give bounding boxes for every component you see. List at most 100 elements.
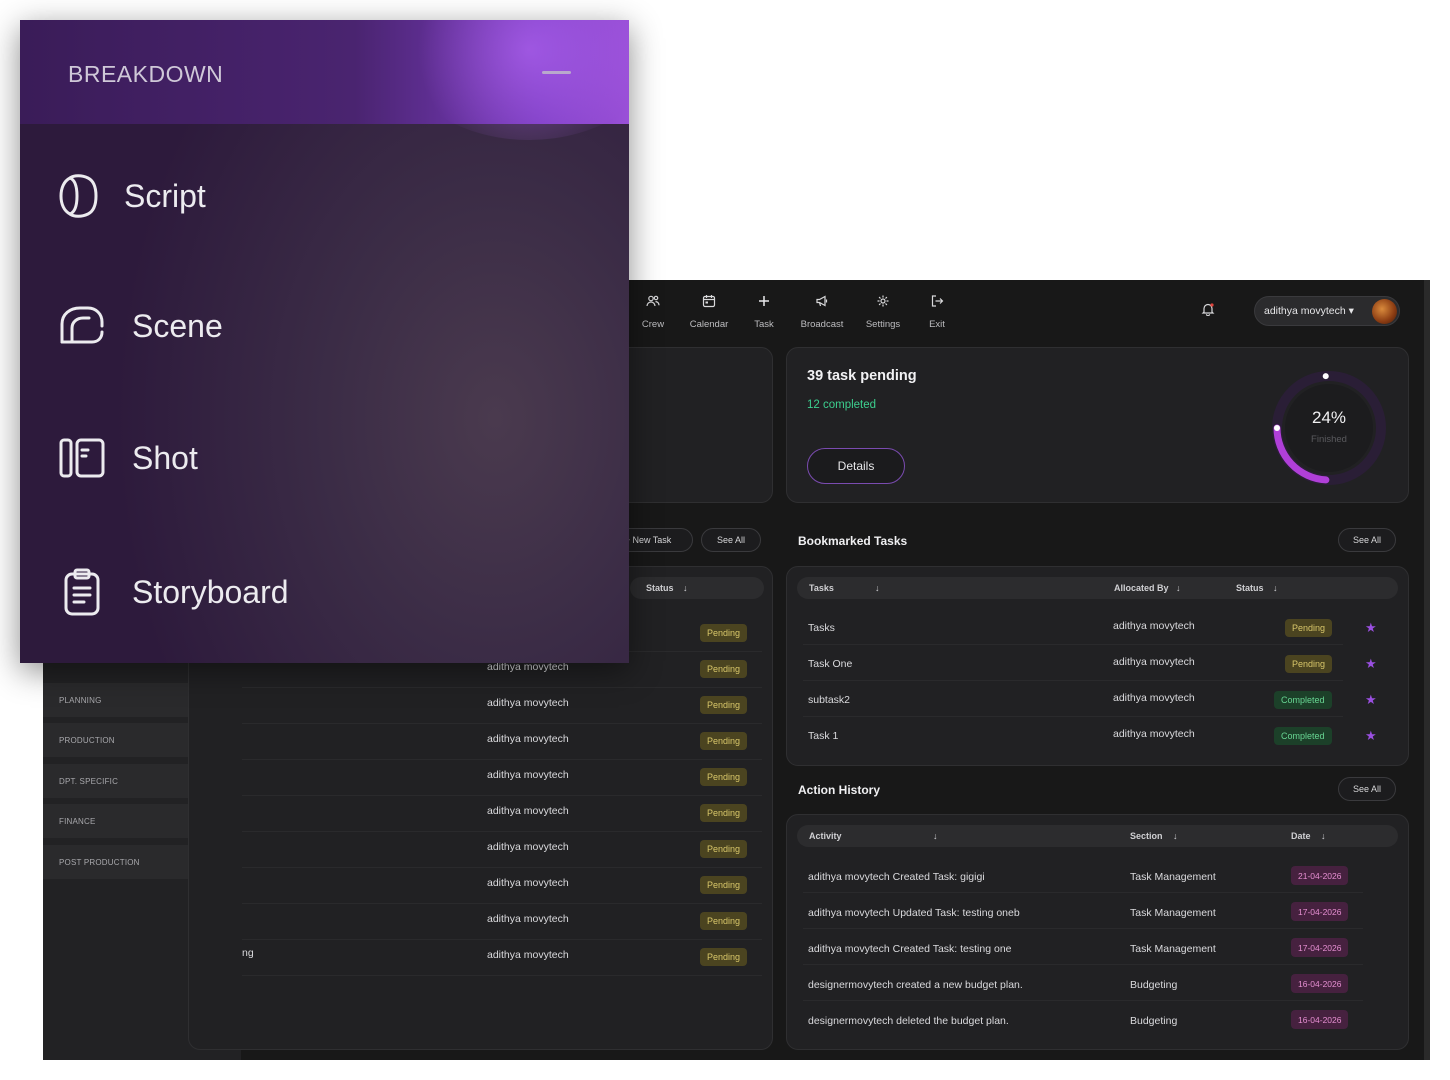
bookmark-star-icon[interactable]: ★	[1365, 620, 1377, 636]
table-row[interactable]: Task 1 adithya movytech Completed ★	[787, 717, 1410, 753]
date-badge: 17-04-2026	[1291, 938, 1349, 957]
bookmarked-table-card: Tasks ↓ Allocated By ↓ Status ↓ Tasks adi…	[786, 566, 1409, 766]
collapse-icon[interactable]	[542, 71, 571, 74]
table-row: adithya movytech Updated Task: testing o…	[787, 893, 1410, 929]
sort-icon[interactable]: ↓	[1176, 583, 1181, 593]
nav-task[interactable]: Task	[736, 294, 792, 332]
nav-calendar[interactable]: Calendar	[681, 294, 737, 332]
bookmark-star-icon[interactable]: ★	[1365, 692, 1377, 708]
row-divider	[242, 795, 762, 796]
pending-tasks-card: 39 task pending 12 completed Details 24%…	[786, 347, 1409, 503]
sidebar-item-label: DPT. SPECIFIC	[59, 776, 119, 786]
activity-text: designermovytech deleted the budget plan…	[808, 1015, 1009, 1027]
nav-exit[interactable]: Exit	[909, 294, 965, 332]
task-name: subtask2	[808, 694, 851, 706]
user-menu[interactable]: adithya movytech ▾	[1254, 296, 1400, 326]
sort-icon[interactable]: ↓	[875, 583, 880, 593]
table-row: designermovytech deleted the budget plan…	[787, 1001, 1410, 1037]
status-badge: Pending	[700, 696, 748, 714]
bookmarked-see-all-button[interactable]: See All	[1338, 528, 1396, 552]
table-row[interactable]: adithya movytech Pending	[189, 761, 774, 797]
section-text: Task Management	[1130, 871, 1216, 883]
megaphone-icon	[816, 295, 828, 307]
bookmark-star-icon[interactable]: ★	[1365, 656, 1377, 672]
breakdown-header: BREAKDOWN	[20, 20, 629, 140]
tasks-table-header: Status ↓	[630, 577, 764, 599]
date-badge: 16-04-2026	[1291, 974, 1349, 993]
table-row[interactable]: adithya movytech Pending	[189, 689, 774, 725]
allocated-by: adithya movytech	[1113, 728, 1195, 740]
status-badge: Pending	[700, 804, 748, 822]
status-header: Status	[646, 583, 674, 593]
details-button[interactable]: Details	[807, 448, 905, 484]
date-badge: 17-04-2026	[1291, 902, 1349, 921]
status-badge: Pending	[700, 840, 748, 858]
sort-icon[interactable]: ↓	[1321, 831, 1326, 841]
breakdown-item-storyboard[interactable]: Storyboard	[56, 566, 289, 618]
bookmarked-title: Bookmarked Tasks	[798, 534, 908, 548]
task-name: Tasks	[808, 622, 835, 634]
table-row[interactable]: adithya movytech Pending	[189, 869, 774, 905]
storyboard-icon	[64, 568, 100, 616]
allocated-by: adithya movytech	[487, 805, 569, 817]
table-row[interactable]: adithya movytech Pending	[189, 833, 774, 869]
nav-settings[interactable]: Settings	[855, 294, 911, 332]
nav-label: Task	[754, 319, 774, 330]
breakdown-item-label: Storyboard	[132, 573, 289, 610]
date-header: Date	[1291, 831, 1311, 841]
table-row[interactable]: adithya movytech Pending	[189, 905, 774, 941]
sort-icon[interactable]: ↓	[1273, 583, 1278, 593]
allocated-by: adithya movytech	[487, 913, 569, 925]
table-row[interactable]: adithya movytech Pending	[189, 725, 774, 761]
pending-title: 39 task pending	[807, 368, 917, 384]
task-name: Task One	[808, 658, 853, 670]
sort-icon[interactable]: ↓	[1173, 831, 1178, 841]
notification-bell-icon[interactable]	[1201, 302, 1215, 316]
section-header: Section	[1130, 831, 1163, 841]
allocated-header: Allocated By	[1114, 583, 1169, 593]
allocated-by: adithya movytech	[1113, 656, 1195, 668]
calendar-icon	[702, 295, 716, 308]
row-divider	[242, 723, 762, 724]
script-icon	[59, 174, 98, 218]
sidebar-item-label: FINANCE	[59, 816, 96, 826]
nav-crew[interactable]: Crew	[625, 294, 681, 332]
sidebar-item-label: PRODUCTION	[59, 735, 115, 745]
percent-value: 24%	[1311, 408, 1347, 427]
scrollbar[interactable]	[1424, 280, 1430, 1060]
activity-text: adithya movytech Created Task: gigigi	[808, 871, 985, 883]
breakdown-title: BREAKDOWN	[68, 61, 224, 87]
tasks-see-all-button[interactable]: See All	[701, 528, 761, 552]
sort-icon[interactable]: ↓	[683, 583, 688, 593]
progress-ring-start-dot	[1274, 425, 1280, 431]
row-divider	[242, 687, 762, 688]
tasks-header: Tasks	[809, 583, 834, 593]
status-badge: Pending	[700, 660, 748, 678]
table-row[interactable]: adithya movytech Pending	[189, 941, 774, 977]
bookmark-star-icon[interactable]: ★	[1365, 728, 1377, 744]
table-row[interactable]: Task One adithya movytech Pending ★	[787, 645, 1410, 681]
allocated-by: adithya movytech	[487, 769, 569, 781]
history-see-all-button[interactable]: See All	[1338, 777, 1396, 801]
date-badge: 16-04-2026	[1291, 1010, 1349, 1029]
task-name: Task 1	[808, 730, 839, 742]
breakdown-item-shot[interactable]: Shot	[56, 434, 198, 482]
table-row[interactable]: subtask2 adithya movytech Completed ★	[787, 681, 1410, 717]
breakdown-item-scene[interactable]: Scene	[56, 302, 223, 350]
table-row[interactable]: adithya movytech Pending	[189, 797, 774, 833]
table-row: designermovytech created a new budget pl…	[787, 965, 1410, 1001]
row-divider	[242, 759, 762, 760]
nav-broadcast[interactable]: Broadcast	[794, 294, 850, 332]
user-name: adithya movytech ▾	[1264, 305, 1354, 317]
allocated-by: adithya movytech	[1113, 692, 1195, 704]
gear-icon	[877, 295, 889, 307]
table-row[interactable]: Tasks adithya movytech Pending ★	[787, 609, 1410, 645]
sort-icon[interactable]: ↓	[933, 831, 938, 841]
activity-text: adithya movytech Updated Task: testing o…	[808, 907, 1020, 919]
nav-label: Calendar	[689, 319, 729, 330]
shot-icon	[59, 438, 105, 478]
section-text: Task Management	[1130, 907, 1216, 919]
breakdown-item-script[interactable]: Script	[56, 170, 206, 222]
table-row: adithya movytech Created Task: gigigi Tas…	[787, 857, 1410, 893]
status-badge: Pending	[700, 948, 748, 966]
